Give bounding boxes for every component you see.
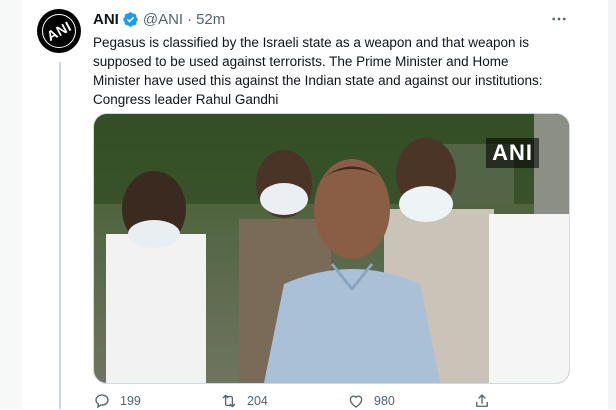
retweet-count: 204 (247, 394, 268, 408)
share-button[interactable] (473, 392, 500, 410)
scrollbar[interactable] (608, 0, 616, 409)
tweet-header: ANI @ANI · 52m (93, 9, 225, 29)
author-name[interactable]: ANI (93, 11, 119, 28)
more-options-button[interactable] (548, 10, 570, 28)
retweet-button[interactable]: 204 (220, 392, 268, 410)
more-options-icon (552, 17, 566, 21)
separator-dot: · (187, 10, 193, 28)
reply-button[interactable]: 199 (93, 392, 141, 410)
timestamp[interactable]: 52m (196, 11, 225, 28)
tweet-media-photo[interactable]: ANI (93, 113, 570, 384)
tweet-actions: 199 204 980 (93, 392, 513, 410)
retweet-icon (222, 394, 236, 408)
avatar[interactable]: ANI (37, 9, 81, 53)
verified-badge-icon (123, 11, 138, 27)
reply-icon (95, 394, 109, 409)
tweet-text: Pegasus is classified by the Israeli sta… (93, 35, 543, 107)
reply-count: 199 (120, 394, 141, 408)
author-handle[interactable]: @ANI (143, 11, 183, 28)
left-gutter (0, 0, 22, 409)
like-icon (349, 395, 363, 408)
share-icon (476, 394, 488, 407)
like-count: 980 (374, 394, 395, 408)
thread-line (59, 62, 61, 409)
avatar-logo: ANI (43, 17, 75, 45)
media-watermark: ANI (486, 138, 539, 168)
like-button[interactable]: 980 (347, 392, 395, 410)
